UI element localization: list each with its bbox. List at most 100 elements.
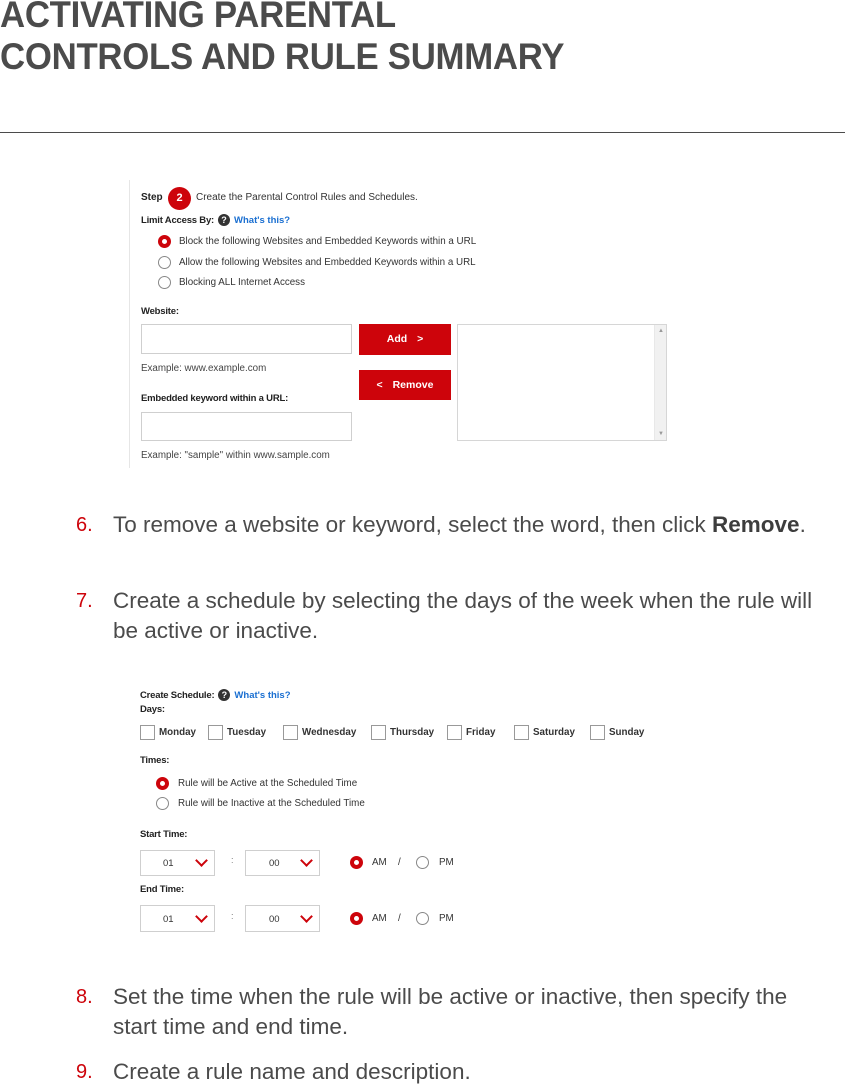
step-number: 9.: [76, 1061, 93, 1083]
website-label: Website:: [141, 306, 179, 317]
checkbox-wednesday[interactable]: [283, 725, 298, 740]
end-time-label: End Time:: [140, 884, 184, 895]
checkbox-saturday[interactable]: [514, 725, 529, 740]
end-hour-select[interactable]: 01: [140, 905, 215, 932]
chevron-down-icon: [300, 854, 313, 867]
radio-block-all[interactable]: [158, 276, 171, 289]
step-number: 7.: [76, 590, 93, 612]
remove-button[interactable]: < Remove: [359, 370, 451, 400]
radio-allow[interactable]: [158, 256, 171, 269]
add-button-label: Add: [386, 333, 408, 345]
day-label: Friday: [466, 727, 496, 738]
radio-block-selected[interactable]: [158, 235, 171, 248]
create-schedule-row: Create Schedule: ? What's this?: [140, 689, 291, 701]
chevron-left-icon: <: [376, 379, 383, 391]
chevron-down-icon: [195, 854, 208, 867]
day-label: Tuesday: [227, 727, 267, 738]
end-am-label: AM: [372, 913, 387, 924]
step-text-bold: Remove: [712, 512, 800, 537]
times-label: Times:: [140, 755, 170, 766]
start-hour-select[interactable]: 01: [140, 850, 215, 876]
step-number: 6.: [76, 514, 93, 536]
start-am-label: AM: [372, 857, 387, 868]
whats-this-link[interactable]: What's this?: [234, 690, 290, 701]
checkbox-friday[interactable]: [447, 725, 462, 740]
start-pm-label: PM: [439, 857, 454, 868]
page-title: ACTIVATING PARENTAL CONTROLS AND RULE SU…: [0, 0, 565, 78]
scroll-down-icon[interactable]: ▼: [655, 431, 667, 437]
end-am-radio[interactable]: [350, 912, 363, 925]
instruction-step-9: 9. Create a rule name and description.: [76, 1057, 816, 1084]
step-number-badge: 2: [168, 187, 191, 210]
step-number: 8.: [76, 986, 93, 1008]
time-option-label: Rule will be Inactive at the Scheduled T…: [178, 798, 365, 809]
keyword-example: Example: "sample" within www.sample.com: [141, 450, 330, 461]
step-text: Set the time when the rule will be activ…: [113, 984, 788, 1039]
step-text-part: .: [799, 512, 806, 537]
time-separator: :: [231, 855, 234, 865]
step-label: Step: [141, 192, 163, 203]
end-pm-label: PM: [439, 913, 454, 924]
create-schedule-label: Create Schedule:: [140, 689, 215, 701]
help-icon[interactable]: ?: [218, 214, 231, 226]
whats-this-link[interactable]: What's this?: [234, 215, 290, 226]
limit-access-row: Limit Access By: ? What's this?: [141, 214, 290, 226]
limit-option-label: Allow the following Websites and Embedde…: [179, 257, 476, 268]
chevron-right-icon: >: [417, 333, 424, 345]
checkbox-tuesday[interactable]: [208, 725, 223, 740]
remove-button-label: Remove: [392, 379, 434, 391]
scroll-up-icon[interactable]: ▲: [655, 328, 667, 334]
website-example: Example: www.example.com: [141, 363, 267, 374]
page-title-line-2: CONTROLS AND RULE SUMMARY: [0, 36, 565, 77]
listbox-scrollbar[interactable]: ▲ ▼: [654, 325, 666, 440]
day-label: Saturday: [533, 727, 575, 738]
step-text: To remove a website or keyword, select t…: [113, 510, 813, 540]
days-label: Days:: [140, 704, 165, 715]
time-separator: :: [231, 911, 234, 921]
day-label: Thursday: [390, 727, 435, 738]
page-title-line-1: ACTIVATING PARENTAL: [0, 0, 396, 35]
rules-listbox[interactable]: ▲ ▼: [457, 324, 667, 441]
limit-access-label: Limit Access By:: [141, 214, 215, 226]
start-time-label: Start Time:: [140, 829, 188, 840]
day-label: Monday: [159, 727, 197, 738]
parental-rules-screenshot: Step 2 Create the Parental Control Rules…: [129, 180, 674, 468]
time-option-label: Rule will be Active at the Scheduled Tim…: [178, 778, 358, 789]
day-label: Wednesday: [302, 727, 357, 738]
step-text-part: To remove a website or keyword, select t…: [113, 512, 713, 537]
instruction-step-8: 8. Set the time when the rule will be ac…: [76, 982, 816, 1042]
checkbox-thursday[interactable]: [371, 725, 386, 740]
limit-option-label: Block the following Websites and Embedde…: [179, 236, 477, 247]
start-pm-radio[interactable]: [416, 856, 429, 869]
end-hour-value: 01: [163, 914, 174, 925]
help-icon[interactable]: ?: [218, 689, 231, 701]
start-minute-value: 00: [269, 858, 280, 869]
radio-inactive[interactable]: [156, 797, 169, 810]
day-label: Sunday: [609, 727, 645, 738]
title-divider: [0, 132, 845, 133]
step-text: Create a schedule by selecting the days …: [113, 588, 813, 643]
start-hour-value: 01: [163, 858, 174, 869]
checkbox-monday[interactable]: [140, 725, 155, 740]
keyword-label: Embedded keyword within a URL:: [141, 393, 289, 404]
website-input[interactable]: [141, 324, 352, 354]
add-button[interactable]: Add >: [359, 324, 451, 355]
limit-option-label: Blocking ALL Internet Access: [179, 277, 305, 288]
schedule-screenshot: Create Schedule: ? What's this? Days: Mo…: [131, 683, 661, 943]
step-description: Create the Parental Control Rules and Sc…: [196, 192, 418, 203]
chevron-down-icon: [195, 910, 208, 923]
end-pm-radio[interactable]: [416, 912, 429, 925]
step-text: Create a rule name and description.: [113, 1059, 471, 1084]
instruction-step-7: 7. Create a schedule by selecting the da…: [76, 586, 816, 646]
instruction-step-6: 6. To remove a website or keyword, selec…: [76, 510, 816, 570]
ampm-slash: /: [398, 913, 401, 924]
end-minute-select[interactable]: 00: [245, 905, 320, 932]
start-minute-select[interactable]: 00: [245, 850, 320, 876]
checkbox-sunday[interactable]: [590, 725, 605, 740]
keyword-input[interactable]: [141, 412, 352, 441]
end-minute-value: 00: [269, 914, 280, 925]
ampm-slash: /: [398, 857, 401, 868]
chevron-down-icon: [300, 910, 313, 923]
start-am-radio[interactable]: [350, 856, 363, 869]
radio-active-selected[interactable]: [156, 777, 169, 790]
